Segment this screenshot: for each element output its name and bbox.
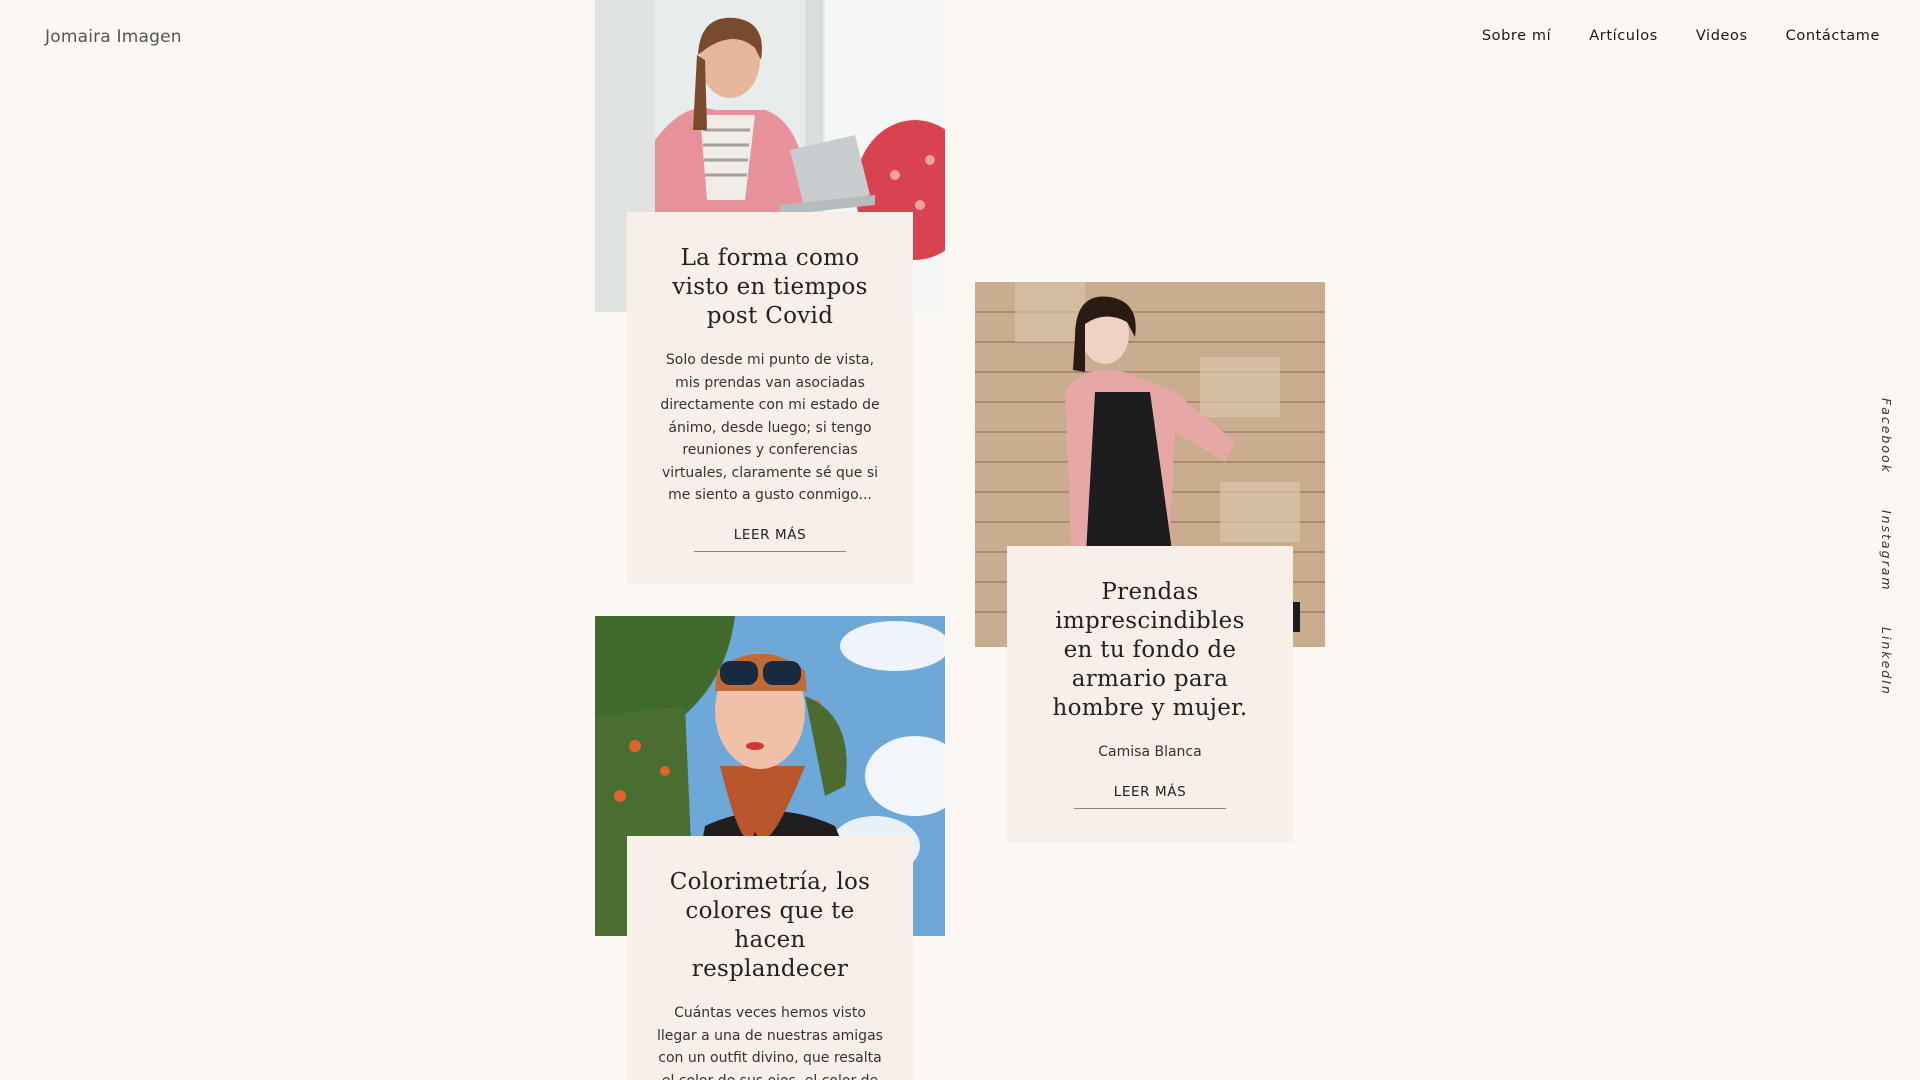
page: Jomaira Imagen Sobre mí Artículos Videos… (0, 0, 1920, 1080)
article-title[interactable]: Colorimetría, los colores que te hacen r… (657, 868, 883, 984)
main-nav: Sobre mí Artículos Videos Contáctame (1482, 28, 1880, 44)
social-linkedin-link[interactable]: LinkedIn (1879, 627, 1894, 696)
social-instagram-link[interactable]: Instagram (1879, 510, 1894, 592)
article-title[interactable]: La forma como visto en tiempos post Covi… (657, 244, 883, 331)
article-excerpt: Camisa Blanca (1098, 744, 1202, 760)
read-more-button[interactable]: LEER MÁS (693, 527, 847, 552)
nav-sobre-mi[interactable]: Sobre mí (1482, 28, 1551, 44)
site-logo[interactable]: Jomaira Imagen (45, 27, 182, 47)
nav-articulos[interactable]: Artículos (1589, 28, 1658, 44)
nav-videos[interactable]: Videos (1696, 28, 1748, 44)
article-card-covid: La forma como visto en tiempos post Covi… (627, 212, 913, 584)
social-facebook-link[interactable]: Facebook (1879, 398, 1894, 474)
article-title[interactable]: Prendas imprescindibles en tu fondo de a… (1037, 578, 1263, 723)
social-links: Facebook Instagram LinkedIn (1879, 398, 1894, 696)
nav-contactame[interactable]: Contáctame (1786, 28, 1880, 44)
article-excerpt: Solo desde mi punto de vista, mis prenda… (660, 352, 880, 503)
article-card-colorimetria: Colorimetría, los colores que te hacen r… (627, 836, 913, 1080)
read-more-button[interactable]: LEER MÁS (1073, 784, 1227, 809)
article-excerpt: Cuántas veces hemos visto llegar a una d… (657, 1005, 883, 1080)
article-card-prendas: Prendas imprescindibles en tu fondo de a… (1007, 546, 1293, 842)
